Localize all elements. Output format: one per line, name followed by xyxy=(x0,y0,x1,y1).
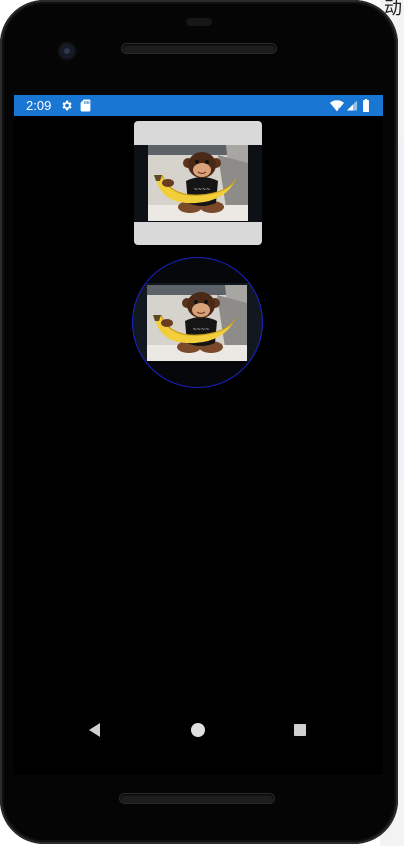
sd-card-icon xyxy=(80,99,93,112)
bottom-speaker xyxy=(120,794,274,803)
phone-screen: 2:09 x ~~~~ ~~~~ xyxy=(14,95,383,775)
square-image-frame: ~~~~ xyxy=(134,121,262,245)
recents-icon[interactable] xyxy=(289,719,311,741)
front-camera xyxy=(59,43,75,59)
monkey-banana-photo: ~~~~ xyxy=(148,145,248,221)
battery-icon xyxy=(362,99,375,112)
svg-text:~~~~: ~~~~ xyxy=(194,187,211,193)
cell-signal-icon xyxy=(346,99,359,112)
wifi-icon: x xyxy=(330,99,344,112)
page: 动 2:09 x ~~~~ ~~~~ xyxy=(0,0,404,846)
top-sensor xyxy=(186,18,212,26)
back-icon[interactable] xyxy=(84,719,106,741)
gear-icon xyxy=(60,99,73,112)
monkey-banana-photo: ~~~~ xyxy=(147,285,247,361)
status-time: 2:09 xyxy=(26,98,52,113)
svg-text:~~~~: ~~~~ xyxy=(193,327,210,333)
earpiece-speaker xyxy=(122,44,276,53)
navigation-bar xyxy=(14,707,383,751)
status-bar: 2:09 x xyxy=(14,95,383,116)
home-icon[interactable] xyxy=(187,719,209,741)
circle-image-frame: ~~~~ xyxy=(132,257,263,388)
svg-text:x: x xyxy=(338,107,341,112)
phone-device-frame: 2:09 x ~~~~ ~~~~ xyxy=(0,0,398,844)
